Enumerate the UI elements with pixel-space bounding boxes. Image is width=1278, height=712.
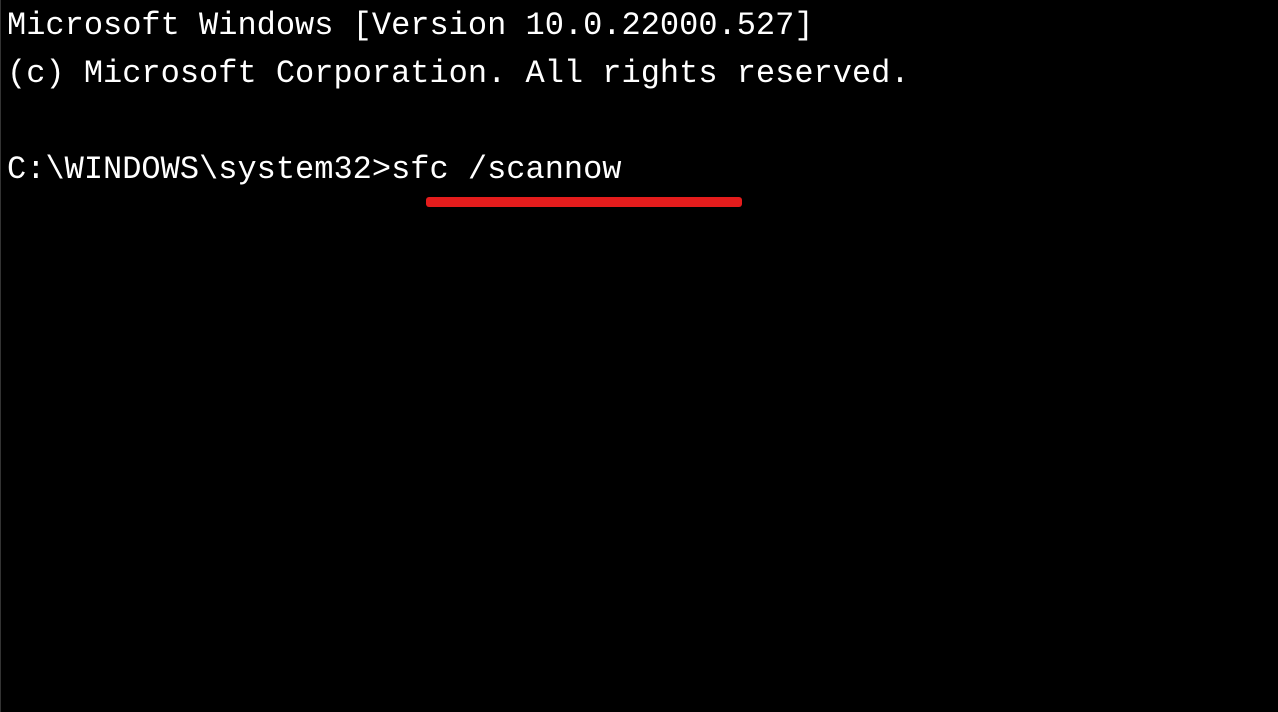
red-underline-annotation: [426, 197, 742, 207]
windows-version-line: Microsoft Windows [Version 10.0.22000.52…: [7, 2, 1272, 50]
blank-line: [7, 98, 1272, 146]
command-line[interactable]: C:\WINDOWS\system32>sfc /scannow: [7, 146, 622, 194]
command-prompt-terminal[interactable]: Microsoft Windows [Version 10.0.22000.52…: [7, 2, 1272, 194]
copyright-line: (c) Microsoft Corporation. All rights re…: [7, 50, 1272, 98]
command-input-text[interactable]: sfc /scannow: [391, 151, 621, 188]
prompt-text: C:\WINDOWS\system32>: [7, 151, 391, 188]
